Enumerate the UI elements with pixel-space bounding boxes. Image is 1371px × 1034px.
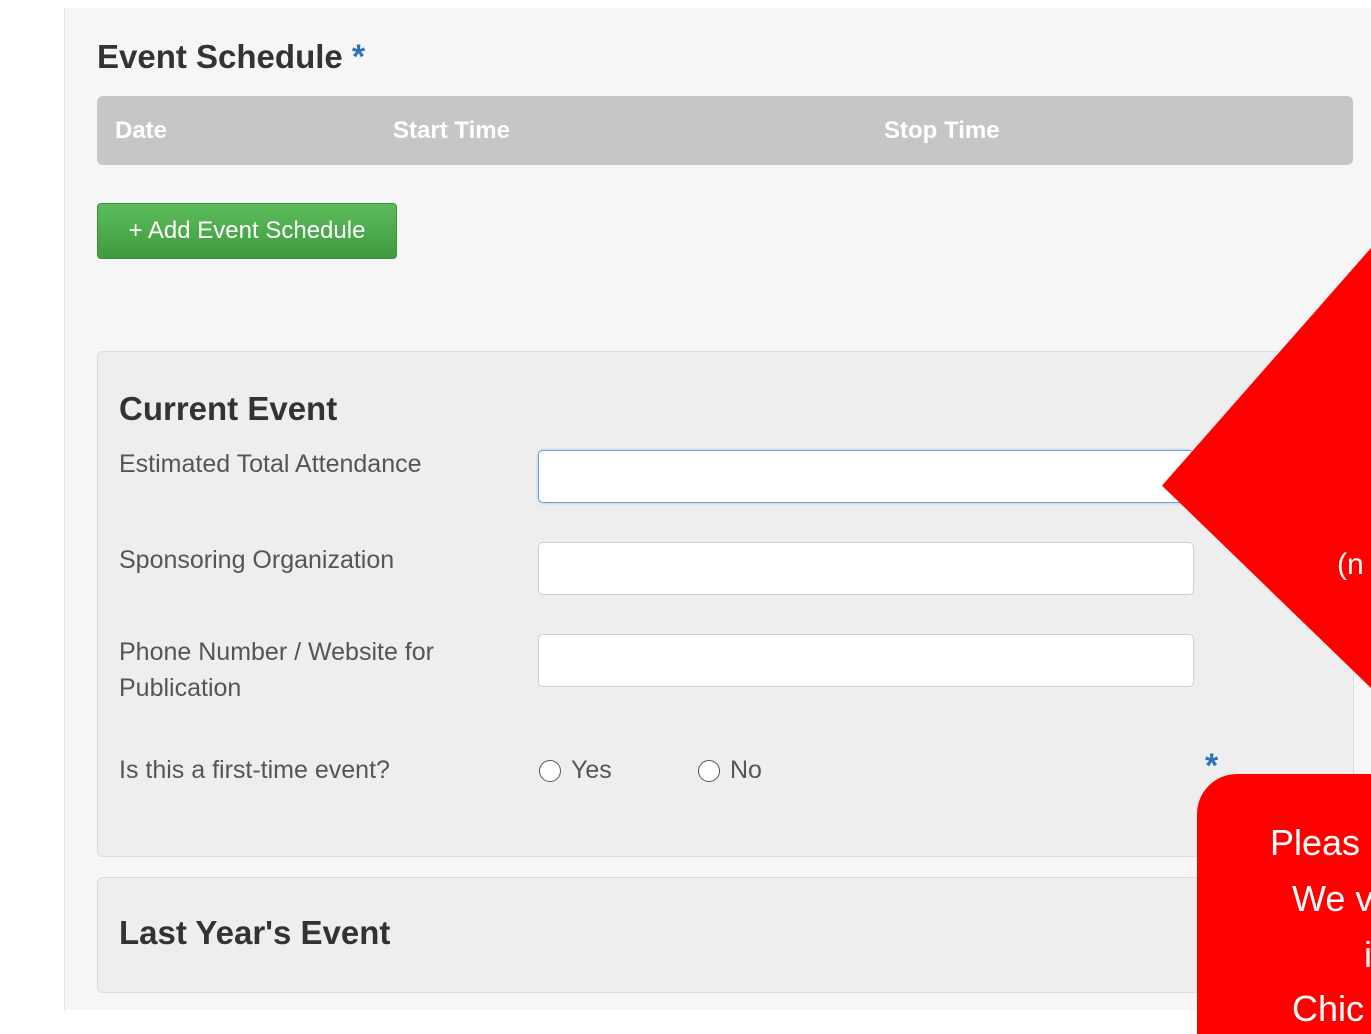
- add-event-schedule-button[interactable]: + Add Event Schedule: [97, 203, 397, 259]
- column-start-time: Start Time: [393, 117, 510, 144]
- last-year-event-heading: Last Year's Event: [119, 914, 391, 951]
- radio-no-label: No: [730, 756, 762, 784]
- callout-line-3: i: [1364, 934, 1371, 975]
- phone-website-label: Phone Number / Website for Publication: [119, 638, 434, 702]
- callout-line-2: We v: [1292, 878, 1371, 919]
- callout-line-1: Pleas: [1270, 822, 1361, 863]
- radio-no-circle-icon[interactable]: [698, 759, 720, 782]
- required-star-icon: *: [351, 38, 366, 76]
- phone-website-input[interactable]: [538, 634, 1194, 687]
- current-event-panel: Current Event Estimated Total Attendance…: [97, 351, 1354, 857]
- estimated-attendance-label: Estimated Total Attendance: [119, 450, 422, 478]
- radio-yes-label: Yes: [571, 756, 612, 784]
- sponsoring-organization-input[interactable]: [538, 542, 1194, 595]
- callout-line-4: Chic: [1292, 988, 1365, 1029]
- schedule-table-header: Date Start Time Stop Time: [97, 96, 1353, 165]
- last-year-event-panel[interactable]: Last Year's Event: [97, 877, 1354, 993]
- column-stop-time: Stop Time: [884, 117, 1000, 144]
- red-callout-box: Pleas We v i Chic: [1197, 774, 1371, 1034]
- first-time-event-label: Is this a first-time event?: [119, 756, 390, 784]
- callout-arrow-text: (n: [1337, 548, 1364, 581]
- radio-yes-circle-icon[interactable]: [539, 759, 561, 782]
- estimated-attendance-input[interactable]: [538, 450, 1194, 503]
- column-date: Date: [115, 117, 168, 144]
- event-schedule-title-text: Event Schedule: [97, 38, 343, 75]
- radio-no[interactable]: No: [698, 756, 762, 785]
- sponsoring-organization-label: Sponsoring Organization: [119, 546, 395, 574]
- current-event-heading: Current Event: [119, 390, 338, 427]
- event-schedule-title: Event Schedule *: [97, 38, 365, 77]
- radio-yes[interactable]: Yes: [539, 756, 612, 785]
